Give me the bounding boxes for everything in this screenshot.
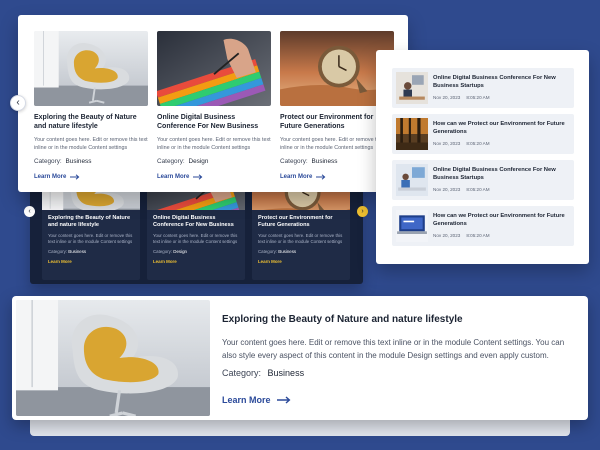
learn-more-link[interactable]: Learn More — [258, 259, 344, 264]
post-thumbnail[interactable] — [396, 118, 428, 150]
featured-post-title[interactable]: Exploring the Beauty of Nature and natur… — [222, 314, 582, 325]
post-excerpt: Your content goes here. Edit or remove t… — [48, 233, 133, 244]
learn-more-link[interactable]: Learn More — [157, 174, 271, 180]
post-time: 8:05:20 AM — [466, 233, 490, 238]
category-value[interactable]: Business — [268, 368, 305, 378]
post-title[interactable]: Online Digital Business Conference For N… — [153, 215, 239, 229]
learn-more-label: Learn More — [280, 174, 313, 181]
dark-post-card[interactable]: Exploring the Beauty of Nature and natur… — [42, 178, 140, 280]
list-item[interactable]: How can we Protect our Environment for F… — [392, 114, 574, 154]
post-excerpt: Your content goes here. Edit or remove t… — [258, 233, 343, 244]
learn-more-label: Learn More — [153, 259, 177, 264]
category-value[interactable]: Business — [66, 158, 92, 165]
post-category: Category: Business — [258, 249, 344, 254]
post-title[interactable]: Online Digital Business Conference For N… — [157, 113, 271, 131]
category-value[interactable]: Design — [173, 249, 187, 254]
learn-more-link[interactable]: Learn More — [222, 395, 291, 405]
post-title[interactable]: Exploring the Beauty of Nature and natur… — [48, 215, 134, 229]
recent-posts-list: Online Digital Business Conference For N… — [376, 50, 589, 264]
post-date: Nov 20, 2023 — [433, 187, 461, 192]
list-item[interactable]: How can we Protect our Environment for F… — [392, 206, 574, 246]
category-label: Category: — [258, 249, 278, 254]
post-image[interactable] — [34, 31, 148, 106]
post-time: 8:05:20 AM — [466, 141, 490, 146]
post-category: Category: Design — [157, 158, 271, 165]
category-value[interactable]: Business — [68, 249, 86, 254]
post-date: Nov 20, 2023 — [433, 141, 461, 146]
post-title[interactable]: How can we Protect our Environment for F… — [433, 212, 569, 228]
featured-post-image[interactable] — [16, 300, 210, 416]
list-item[interactable]: Online Digital Business Conference For N… — [392, 68, 574, 108]
white-post-carousel: ‹ Exploring the Beauty of Nature and nat… — [10, 15, 408, 192]
learn-more-label: Learn More — [258, 259, 282, 264]
arrow-right-icon — [70, 174, 80, 180]
post-title[interactable]: How can we Protect our Environment for F… — [433, 120, 569, 136]
learn-more-label: Learn More — [48, 259, 72, 264]
post-category: Category: Business — [34, 158, 148, 165]
chevron-left-icon: ‹ — [28, 208, 31, 215]
arrow-right-icon — [193, 174, 203, 180]
post-thumbnail[interactable] — [396, 210, 428, 242]
learn-more-label: Learn More — [222, 395, 271, 405]
post-thumbnail[interactable] — [396, 164, 428, 196]
post-title[interactable]: Online Digital Business Conference For N… — [433, 166, 569, 182]
featured-post-card[interactable]: Exploring the Beauty of Nature and natur… — [12, 296, 588, 420]
dark-post-card[interactable]: Protect our Environment for Future Gener… — [252, 178, 350, 280]
post-title[interactable]: Protect our Environment for Future Gener… — [258, 215, 344, 229]
dark-carousel-next-button[interactable]: › — [357, 206, 368, 217]
learn-more-link[interactable]: Learn More — [153, 259, 239, 264]
category-label: Category: — [222, 368, 262, 378]
white-carousel-prev-button[interactable]: ‹ — [10, 95, 26, 111]
list-item[interactable]: Online Digital Business Conference For N… — [392, 160, 574, 200]
post-excerpt: Your content goes here. Edit or remove t… — [34, 137, 148, 151]
post-category: Category: Design — [153, 249, 239, 254]
featured-post-excerpt: Your content goes here. Edit or remove t… — [222, 338, 565, 360]
category-label: Category: — [48, 249, 68, 254]
post-meta: Nov 20, 2023 8:05:20 AM — [433, 141, 490, 146]
chevron-left-icon: ‹ — [16, 97, 20, 108]
post-category: Category: Business — [48, 249, 134, 254]
dark-carousel-prev-button[interactable]: ‹ — [24, 206, 35, 217]
category-value[interactable]: Business — [312, 158, 338, 165]
category-label: Category: — [157, 158, 185, 166]
post-card[interactable]: Exploring the Beauty of Nature and natur… — [34, 31, 148, 189]
post-thumbnail[interactable] — [396, 72, 428, 104]
post-excerpt: Your content goes here. Edit or remove t… — [153, 233, 238, 244]
post-image[interactable] — [157, 31, 271, 106]
learn-more-label: Learn More — [157, 174, 190, 181]
category-label: Category: — [280, 158, 308, 166]
category-value[interactable]: Design — [189, 158, 209, 165]
post-meta: Nov 20, 2023 8:05:20 AM — [433, 95, 490, 100]
featured-post-category: Category: Business — [222, 368, 304, 378]
arrow-right-icon — [316, 174, 326, 180]
post-title[interactable]: Online Digital Business Conference For N… — [433, 74, 569, 90]
post-title[interactable]: Exploring the Beauty of Nature and natur… — [34, 113, 148, 131]
arrow-right-icon — [276, 396, 290, 404]
post-card[interactable]: Online Digital Business Conference For N… — [157, 31, 271, 189]
learn-more-label: Learn More — [34, 174, 67, 181]
post-date: Nov 20, 2023 — [433, 95, 461, 100]
dark-post-card[interactable]: Online Digital Business Conference For N… — [147, 178, 245, 280]
post-meta: Nov 20, 2023 8:05:20 AM — [433, 187, 490, 192]
post-excerpt: Your content goes here. Edit or remove t… — [157, 137, 271, 151]
learn-more-link[interactable]: Learn More — [48, 259, 134, 264]
chevron-right-icon: › — [361, 208, 364, 215]
post-time: 8:05:20 AM — [466, 95, 490, 100]
category-label: Category: — [153, 249, 173, 254]
post-time: 8:05:20 AM — [466, 187, 490, 192]
learn-more-link[interactable]: Learn More — [34, 174, 148, 180]
category-value[interactable]: Business — [278, 249, 296, 254]
post-date: Nov 20, 2023 — [433, 233, 461, 238]
post-meta: Nov 20, 2023 8:05:20 AM — [433, 233, 490, 238]
category-label: Category: — [34, 158, 62, 166]
